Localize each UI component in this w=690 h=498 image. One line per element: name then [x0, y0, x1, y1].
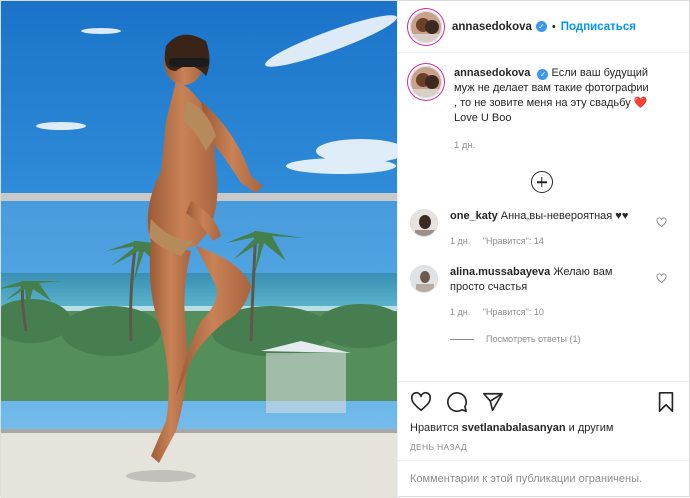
verified-badge-icon: ✓	[535, 21, 547, 32]
comment-heart-icon[interactable]	[656, 217, 667, 228]
comment-time[interactable]: 1 дн.	[450, 307, 470, 317]
likes-user[interactable]: svetlanabalasanyan	[462, 422, 566, 434]
commenter-avatar[interactable]	[410, 209, 438, 237]
view-replies-button[interactable]: Посмотреть ответы (1)	[450, 334, 677, 344]
likes-suffix[interactable]: и другим	[569, 422, 614, 434]
instagram-post: annasedokova ✓ • Подписаться annasedokov…	[0, 0, 690, 498]
share-icon[interactable]	[482, 391, 504, 413]
comment-icon[interactable]	[446, 391, 468, 413]
comment-meta: 1 дн. "Нравится": 14	[450, 234, 650, 249]
avatar-image	[411, 266, 437, 292]
caption-time[interactable]: 1 дн.	[454, 138, 654, 153]
commenter-avatar[interactable]	[410, 265, 438, 293]
action-icons	[410, 390, 677, 414]
likes-prefix: Нравится	[410, 422, 459, 434]
replies-divider	[450, 338, 474, 340]
caption: annasedokova ✓ Если ваш будущий муж не д…	[410, 66, 677, 153]
bookmark-icon[interactable]	[655, 391, 677, 413]
caption-username[interactable]: annasedokova	[454, 67, 530, 79]
author-avatar[interactable]	[410, 10, 442, 43]
avatar-image	[411, 67, 441, 97]
comment-time[interactable]: 1 дн.	[450, 236, 470, 246]
comment-body: alina.mussabayeva Желаю вам просто счаст…	[450, 265, 650, 320]
plus-circle-icon[interactable]	[530, 171, 553, 193]
comment-body: one_katy Анна,вы-невероятная ♥♥ 1 дн. "Н…	[450, 209, 650, 249]
comment-username[interactable]: one_katy	[450, 210, 498, 222]
post-date[interactable]: ДЕНЬ НАЗАД	[410, 442, 677, 452]
separator-dot: •	[551, 20, 556, 33]
comments-section[interactable]: annasedokova ✓ Если ваш будущий муж не д…	[398, 54, 689, 380]
post-actions: Нравится svetlanabalasanyan и другим ДЕН…	[398, 381, 689, 452]
comment-meta: 1 дн. "Нравится": 10	[450, 305, 650, 320]
author-username[interactable]: annasedokova	[452, 21, 532, 33]
follow-button[interactable]: Подписаться	[561, 21, 636, 33]
comment-likes[interactable]: "Нравится": 10	[483, 307, 544, 317]
comment-item: alina.mussabayeva Желаю вам просто счаст…	[410, 265, 677, 320]
post-header: annasedokova ✓ • Подписаться	[398, 1, 689, 53]
post-photo[interactable]	[1, 1, 397, 498]
comment-username[interactable]: alina.mussabayeva	[450, 266, 550, 278]
caption-avatar[interactable]	[410, 66, 442, 98]
comment-item: one_katy Анна,вы-невероятная ♥♥ 1 дн. "Н…	[410, 209, 677, 249]
comment-heart-icon[interactable]	[656, 273, 667, 284]
view-replies-label[interactable]: Посмотреть ответы (1)	[486, 334, 581, 344]
caption-body: annasedokova ✓ Если ваш будущий муж не д…	[454, 66, 654, 153]
avatar-image	[411, 210, 437, 236]
verified-badge-icon: ✓	[537, 69, 549, 80]
post-sidebar: annasedokova ✓ • Подписаться annasedokov…	[397, 1, 689, 498]
heart-icon[interactable]	[410, 391, 432, 413]
comment-likes[interactable]: "Нравится": 14	[483, 236, 544, 246]
beach-balcony-photo	[1, 1, 397, 498]
likes-summary: Нравится svetlanabalasanyan и другим	[410, 422, 677, 434]
comment-text: Анна,вы-невероятная ♥♥	[500, 210, 629, 222]
avatar-image	[411, 11, 441, 42]
comments-limited-notice: Комментарии к этой публикации ограничены…	[398, 460, 689, 498]
